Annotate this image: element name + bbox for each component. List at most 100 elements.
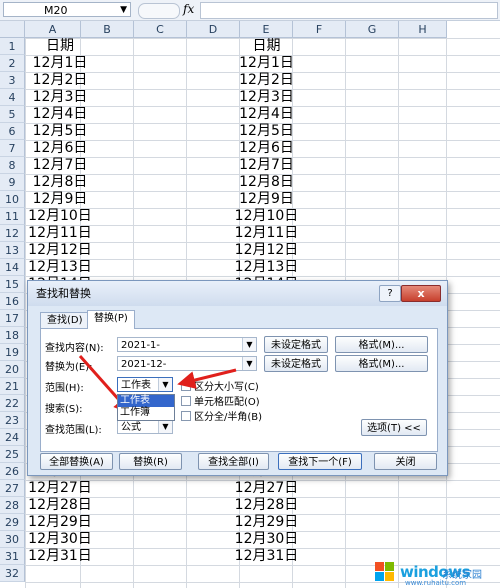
column-header-g[interactable]: G [346,21,399,38]
cell-e[interactable]: 日期 [230,38,303,55]
row-header[interactable]: 20 [0,361,25,378]
row-header[interactable]: 18 [0,327,25,344]
cell-e[interactable] [230,565,303,582]
row-header[interactable]: 31 [0,548,25,565]
row-header[interactable]: 29 [0,514,25,531]
cell-e[interactable]: 12月29日 [230,514,303,531]
scope-select[interactable]: 工作表 ▼ [117,377,173,392]
cell-e[interactable]: 12月6日 [230,140,303,157]
checkbox-icon[interactable] [181,381,191,391]
cell-e[interactable]: 12月10日 [230,208,303,225]
cell-a[interactable] [25,565,95,582]
column-header-d[interactable]: D [187,21,240,38]
cell-a[interactable]: 12月4日 [25,106,95,123]
name-box[interactable]: M20 ▼ [3,2,131,17]
row-header[interactable]: 24 [0,429,25,446]
close-icon[interactable]: x [401,285,441,302]
row-header[interactable]: 11 [0,208,25,225]
cell-a[interactable]: 12月27日 [25,480,95,497]
format-button-replace[interactable]: 格式(M)... [335,355,428,372]
cell-e[interactable]: 12月8日 [230,174,303,191]
cell-e[interactable]: 12月30日 [230,531,303,548]
row-header[interactable]: 28 [0,497,25,514]
chevron-down-icon[interactable]: ▼ [158,420,172,433]
cell-e[interactable]: 12月27日 [230,480,303,497]
row-header[interactable]: 3 [0,72,25,89]
row-header[interactable]: 16 [0,293,25,310]
row-header[interactable]: 30 [0,531,25,548]
chevron-down-icon[interactable]: ▼ [158,378,172,391]
row-header[interactable]: 4 [0,89,25,106]
cell-e[interactable]: 12月7日 [230,157,303,174]
tab-replace[interactable]: 替换(P) [87,310,135,329]
replace-button[interactable]: 替换(R) [119,453,182,470]
row-header[interactable]: 1 [0,38,25,55]
scope-dropdown-list[interactable]: 工作表 工作簿 [117,394,175,421]
cell-e[interactable]: 12月11日 [230,225,303,242]
row-header[interactable]: 25 [0,446,25,463]
row-header[interactable]: 17 [0,310,25,327]
cell-a[interactable]: 12月2日 [25,72,95,89]
cell-a[interactable]: 日期 [25,38,95,55]
replace-all-button[interactable]: 全部替换(A) [40,453,113,470]
cell-a[interactable]: 12月28日 [25,497,95,514]
cell-a[interactable]: 12月9日 [25,191,95,208]
row-header[interactable]: 10 [0,191,25,208]
select-all-corner[interactable] [0,21,25,38]
checkbox-icon[interactable] [181,411,191,421]
cell-e[interactable]: 12月13日 [230,259,303,276]
column-header-f[interactable]: F [293,21,346,38]
replace-input[interactable]: 2021-12- ▼ [117,356,257,371]
row-header[interactable]: 23 [0,412,25,429]
formula-input[interactable] [200,2,498,19]
chevron-down-icon[interactable]: ▼ [242,338,256,351]
lookin-select[interactable]: 公式 ▼ [117,419,173,434]
row-header[interactable]: 14 [0,259,25,276]
row-header[interactable]: 15 [0,276,25,293]
cell-a[interactable]: 12月6日 [25,140,95,157]
find-next-button[interactable]: 查找下一个(F) [278,453,362,470]
cell-a[interactable]: 12月29日 [25,514,95,531]
format-button-find[interactable]: 格式(M)... [335,336,428,353]
column-header-c[interactable]: C [134,21,187,38]
row-header[interactable]: 27 [0,480,25,497]
row-header[interactable]: 9 [0,174,25,191]
cell-a[interactable]: 12月31日 [25,548,95,565]
row-header[interactable]: 19 [0,344,25,361]
row-header[interactable]: 8 [0,157,25,174]
cell-e[interactable]: 12月1日 [230,55,303,72]
match-case-checkbox[interactable]: 区分大小写(C) [181,378,259,393]
cell-e[interactable]: 12月31日 [230,548,303,565]
cell-a[interactable]: 12月1日 [25,55,95,72]
cell-a[interactable]: 12月10日 [25,208,95,225]
cell-e[interactable]: 12月9日 [230,191,303,208]
cell-e[interactable]: 12月3日 [230,89,303,106]
row-header[interactable]: 5 [0,106,25,123]
cell-e[interactable]: 12月5日 [230,123,303,140]
chevron-down-icon[interactable]: ▼ [120,3,127,18]
scope-option[interactable]: 工作表 [118,395,174,407]
row-header[interactable]: 13 [0,242,25,259]
row-header[interactable]: 12 [0,225,25,242]
cell-e[interactable]: 12月12日 [230,242,303,259]
row-header[interactable]: 32 [0,565,25,582]
row-header[interactable]: 7 [0,140,25,157]
close-button[interactable]: 关闭 [374,453,437,470]
chevron-down-icon[interactable]: ▼ [242,357,256,370]
tab-find[interactable]: 查找(D) [40,312,90,329]
cell-a[interactable]: 12月8日 [25,174,95,191]
help-button[interactable]: ? [379,285,401,302]
cell-e[interactable]: 12月4日 [230,106,303,123]
column-header-e[interactable]: E [240,21,293,38]
match-width-checkbox[interactable]: 区分全/半角(B) [181,408,262,423]
find-all-button[interactable]: 查找全部(I) [198,453,269,470]
cell-a[interactable]: 12月12日 [25,242,95,259]
cell-a[interactable]: 12月30日 [25,531,95,548]
options-button[interactable]: 选项(T) << [361,419,427,436]
match-cell-checkbox[interactable]: 单元格匹配(O) [181,393,260,408]
cell-a[interactable]: 12月7日 [25,157,95,174]
cell-a[interactable]: 12月3日 [25,89,95,106]
cell-a[interactable]: 12月11日 [25,225,95,242]
row-header[interactable]: 22 [0,395,25,412]
row-header[interactable]: 6 [0,123,25,140]
